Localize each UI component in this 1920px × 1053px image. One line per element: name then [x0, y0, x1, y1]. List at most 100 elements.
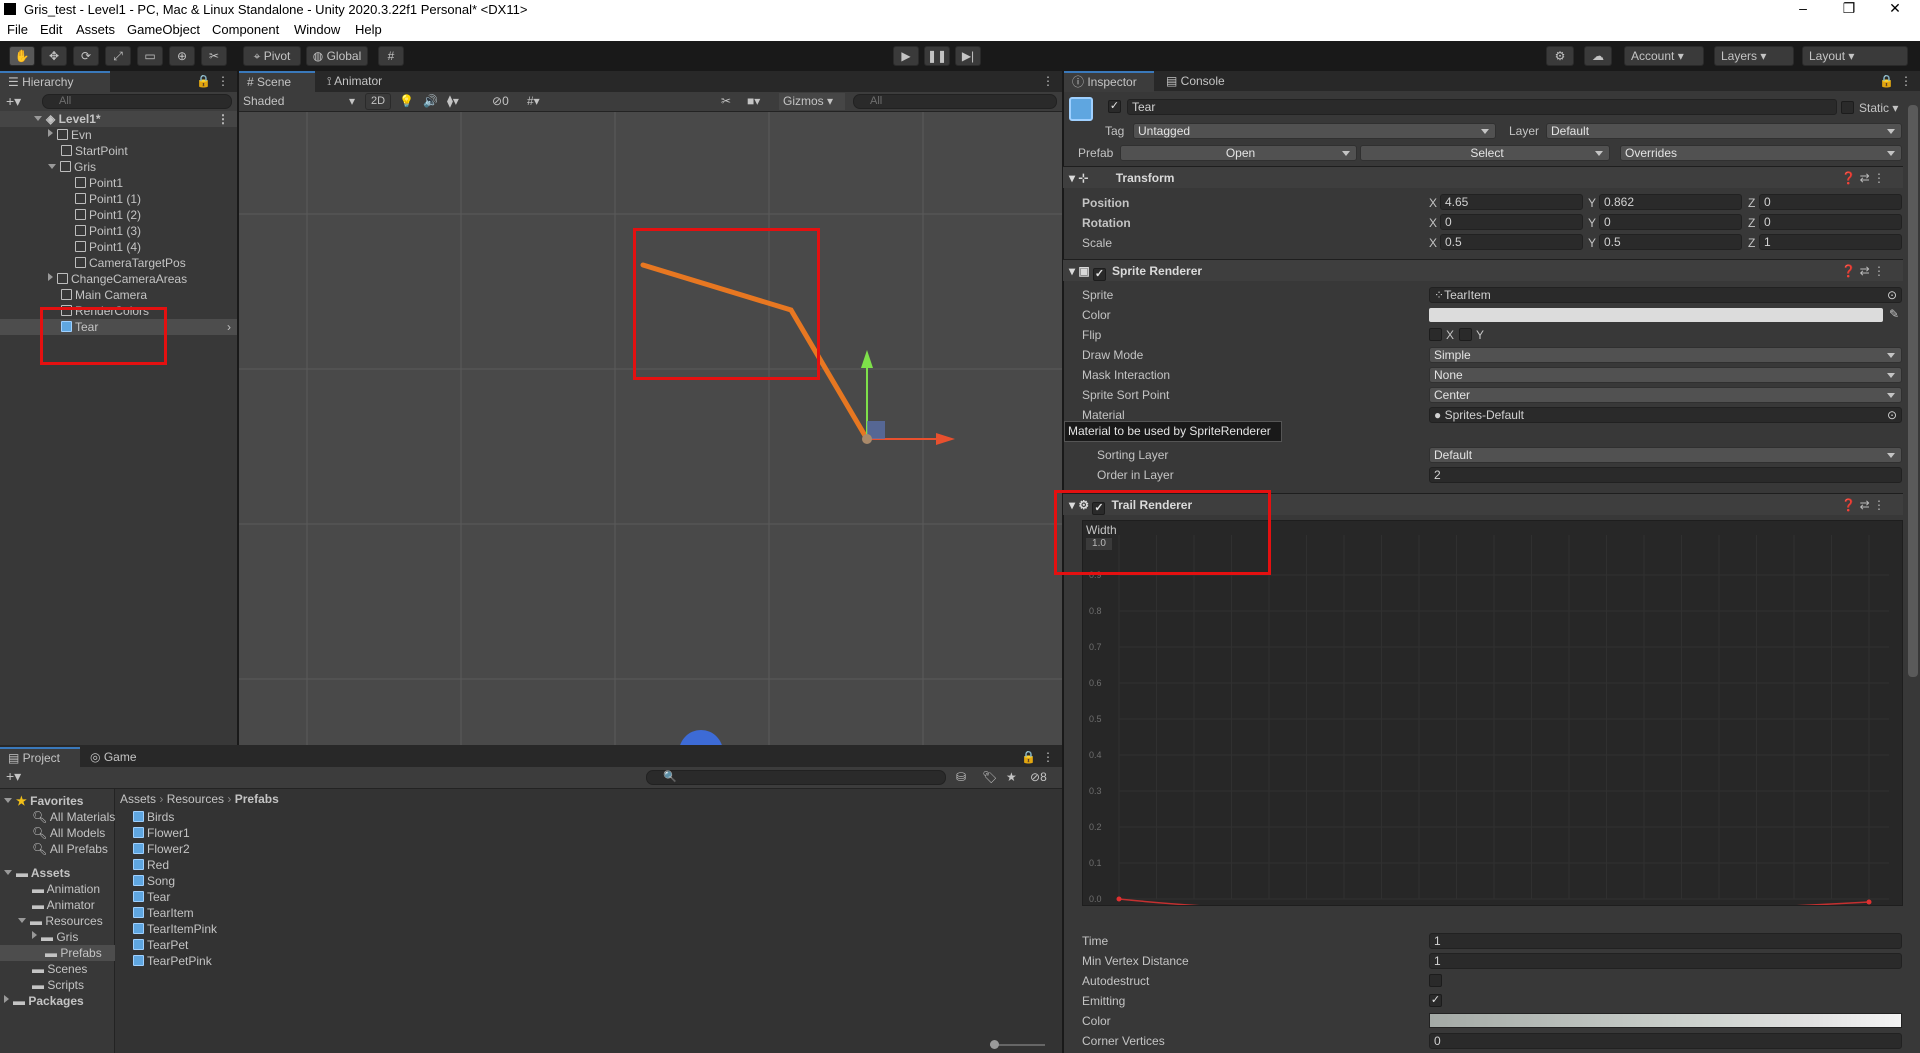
asset-item[interactable]: Red: [133, 857, 169, 873]
eyedropper-icon[interactable]: ✎: [1889, 307, 1899, 321]
global-toggle[interactable]: ◍ Global: [306, 46, 368, 66]
scene-viewport[interactable]: [239, 112, 1062, 745]
move-tool-icon[interactable]: ✥: [41, 46, 67, 66]
tab-hierarchy[interactable]: ☰ Hierarchy: [0, 71, 110, 92]
hidden-packages-icon[interactable]: ⊘8: [1030, 770, 1047, 784]
favorite-icon[interactable]: ★: [1006, 770, 1017, 784]
account-dropdown[interactable]: Account ▾: [1624, 46, 1704, 66]
folder-item[interactable]: ▬ Scripts: [32, 977, 84, 993]
inspector-scrollbar[interactable]: [1908, 105, 1918, 677]
prefab-select-button[interactable]: Select: [1360, 145, 1610, 161]
hand-tool-icon[interactable]: ✋: [9, 46, 35, 66]
close-button[interactable]: ✕: [1872, 0, 1918, 19]
hierarchy-item[interactable]: StartPoint: [61, 143, 128, 159]
asset-item[interactable]: TearItem: [133, 905, 194, 921]
add-icon[interactable]: +▾: [6, 768, 21, 785]
cloud-icon[interactable]: ☁: [1584, 46, 1612, 66]
kebab-menu-icon[interactable]: ⋮: [1042, 74, 1054, 88]
filter-type-icon[interactable]: ⛁: [956, 770, 966, 784]
maximize-button[interactable]: ❐: [1826, 0, 1872, 19]
tab-game[interactable]: ◎ Game: [82, 747, 145, 768]
position-x-field[interactable]: 4.65: [1440, 194, 1583, 210]
menu-assets[interactable]: Assets: [76, 22, 115, 37]
add-icon[interactable]: +▾: [6, 93, 21, 110]
breadcrumb-item[interactable]: Resources: [167, 792, 224, 806]
min-vertex-distance-field[interactable]: 1: [1429, 953, 1902, 969]
hierarchy-item[interactable]: Point1 (1): [75, 191, 141, 207]
asset-item[interactable]: Song: [133, 873, 175, 889]
kebab-menu-icon[interactable]: ⋮: [1900, 74, 1912, 88]
effects-icon[interactable]: ⧫▾: [447, 94, 459, 108]
rotation-y-field[interactable]: 0: [1599, 214, 1742, 230]
favorites-item[interactable]: ★ Favorites: [4, 793, 83, 809]
hierarchy-search-input[interactable]: All: [42, 94, 232, 109]
sprite-field[interactable]: ⁘TearItem ⊙: [1429, 287, 1902, 303]
hierarchy-item[interactable]: Point1 (4): [75, 239, 141, 255]
menu-gameobject[interactable]: GameObject: [127, 22, 200, 37]
hierarchy-item[interactable]: Gris: [48, 159, 96, 175]
lighting-icon[interactable]: 💡: [399, 94, 414, 108]
sprite-renderer-header[interactable]: ▾ ▣ ✓ Sprite Renderer ❓ ⇄ ⋮: [1063, 259, 1903, 281]
autodestruct-checkbox[interactable]: [1429, 974, 1442, 987]
asset-item[interactable]: TearPet: [133, 937, 188, 953]
scene-search-input[interactable]: All: [853, 94, 1057, 109]
hidden-objects-icon[interactable]: ⊘0: [492, 94, 509, 108]
hierarchy-item[interactable]: Evn: [48, 127, 92, 143]
corner-vertices-field[interactable]: 0: [1429, 1033, 1902, 1049]
rotation-z-field[interactable]: 0: [1759, 214, 1902, 230]
favorite-item[interactable]: 🔍︎ All Materials: [32, 809, 115, 825]
asset-item[interactable]: Flower1: [133, 825, 190, 841]
folder-item[interactable]: ▬ Resources: [18, 913, 103, 929]
scale-x-field[interactable]: 0.5: [1440, 234, 1583, 250]
folder-item[interactable]: ▬ Animation: [32, 881, 100, 897]
transform-header[interactable]: ▾ ⊹ Transform ❓ ⇄ ⋮: [1063, 166, 1903, 188]
tools-icon[interactable]: ✂: [721, 94, 731, 108]
active-checkbox[interactable]: ✓: [1108, 100, 1121, 113]
toggle-2d-button[interactable]: 2D: [365, 93, 391, 110]
hierarchy-item[interactable]: Point1: [75, 175, 123, 191]
shading-mode-dropdown[interactable]: Shaded ▾: [241, 93, 359, 110]
tab-inspector[interactable]: ⓘ Inspector: [1064, 71, 1154, 92]
scale-y-field[interactable]: 0.5: [1599, 234, 1742, 250]
object-name-field[interactable]: Tear: [1127, 99, 1837, 115]
hierarchy-item[interactable]: Point1 (2): [75, 207, 141, 223]
tab-project[interactable]: ▤ Project: [0, 747, 80, 768]
zoom-slider-handle[interactable]: [990, 1040, 999, 1049]
static-dropdown[interactable]: Static ▾: [1859, 101, 1898, 115]
menu-window[interactable]: Window: [294, 22, 340, 37]
asset-item[interactable]: TearPetPink: [133, 953, 212, 969]
custom-tool-icon[interactable]: ✂: [201, 46, 227, 66]
menu-help[interactable]: Help: [355, 22, 382, 37]
play-button[interactable]: ▶: [893, 46, 919, 66]
sprite-sort-point-dropdown[interactable]: Center: [1429, 387, 1902, 403]
sorting-layer-dropdown[interactable]: Default: [1429, 447, 1902, 463]
color-swatch[interactable]: [1429, 308, 1883, 322]
collab-icon[interactable]: ⚙: [1546, 46, 1574, 66]
overrides-dropdown[interactable]: Overrides: [1620, 145, 1902, 161]
layout-dropdown[interactable]: Layout ▾: [1802, 46, 1908, 66]
hierarchy-item[interactable]: ChangeCameraAreas: [48, 271, 187, 287]
menu-file[interactable]: File: [7, 22, 28, 37]
filter-label-icon[interactable]: 🏷: [982, 770, 997, 784]
scale-tool-icon[interactable]: ⤢: [105, 46, 131, 66]
pivot-toggle[interactable]: ⌖ Pivot: [243, 46, 301, 66]
asset-item[interactable]: Tear: [133, 889, 170, 905]
favorite-item[interactable]: 🔍︎ All Models: [32, 825, 105, 841]
lock-icon[interactable]: 🔒: [196, 74, 211, 88]
scene-root-item[interactable]: ◈ Level1* ⋮: [0, 111, 237, 127]
time-field[interactable]: 1: [1429, 933, 1902, 949]
layers-dropdown[interactable]: Layers ▾: [1714, 46, 1794, 66]
emitting-checkbox[interactable]: ✓: [1429, 994, 1442, 1007]
folder-item[interactable]: ▬ Animator: [32, 897, 95, 913]
hierarchy-item[interactable]: CameraTargetPos: [75, 255, 186, 271]
asset-item[interactable]: Birds: [133, 809, 174, 825]
breadcrumb-item[interactable]: Prefabs: [235, 792, 279, 806]
tab-scene[interactable]: # Scene: [239, 71, 315, 92]
pause-button[interactable]: ❚❚: [924, 46, 950, 66]
trail-color-gradient[interactable]: [1429, 1013, 1902, 1028]
menu-component[interactable]: Component: [212, 22, 279, 37]
grid-icon[interactable]: #▾: [527, 94, 540, 108]
rotate-tool-icon[interactable]: ⟳: [73, 46, 99, 66]
tab-animator[interactable]: ⟟ Animator: [319, 71, 390, 92]
kebab-menu-icon[interactable]: ⋮: [1042, 750, 1054, 764]
